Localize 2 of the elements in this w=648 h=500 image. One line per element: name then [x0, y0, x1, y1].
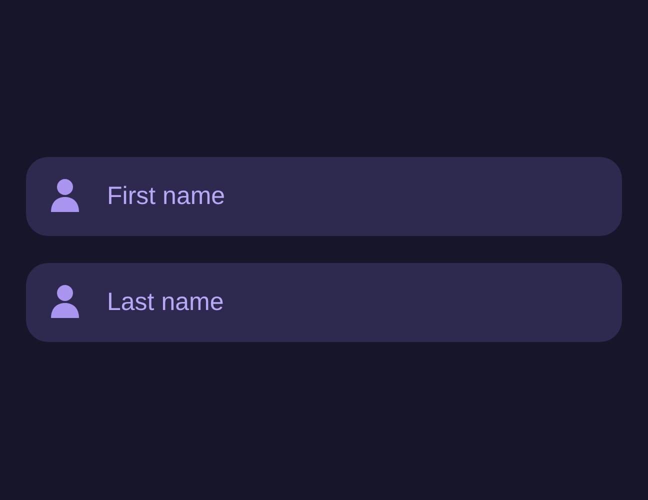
name-field[interactable]: Last name — [26, 263, 622, 342]
name-field[interactable]: First name — [26, 157, 622, 236]
